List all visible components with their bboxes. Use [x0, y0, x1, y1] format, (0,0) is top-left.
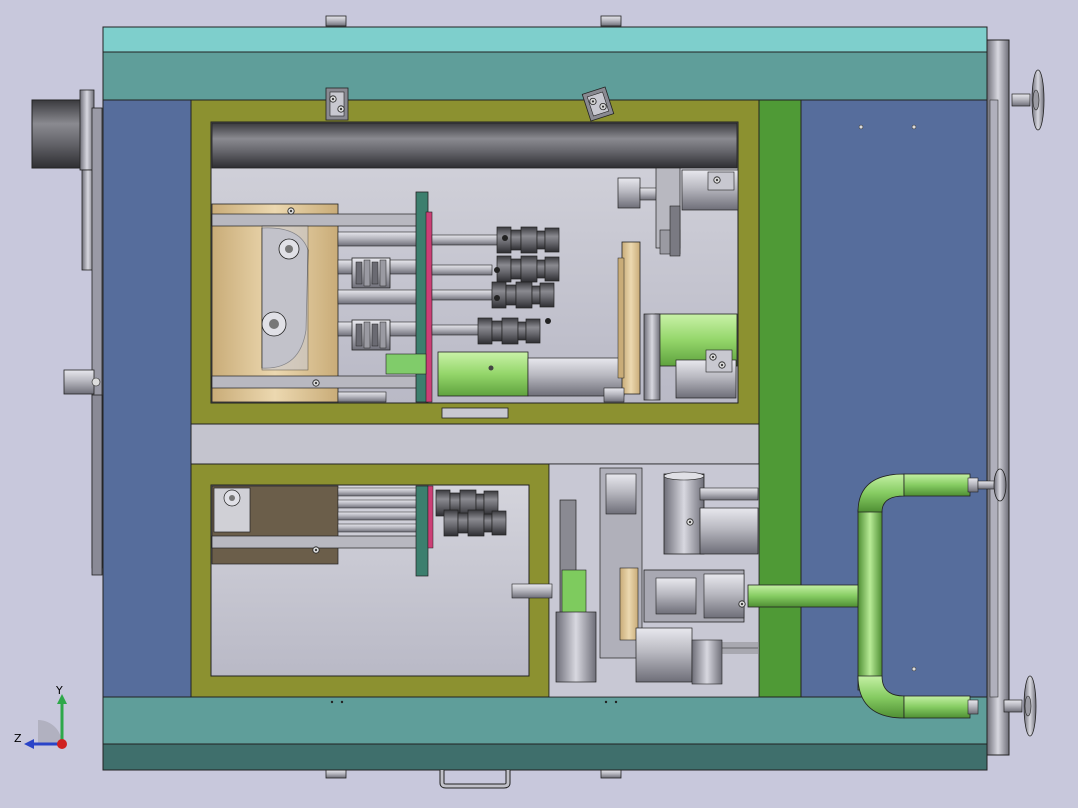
- upper-tan-wheel: [617, 241, 641, 395]
- upper-slot-handle: [441, 407, 509, 419]
- upper-bracket-left: [325, 87, 349, 121]
- triad-z-label: Z: [14, 732, 22, 745]
- triad-graphic: Y Z: [14, 684, 67, 749]
- triad-y-label: Y: [55, 686, 63, 697]
- right-side-panel: [800, 99, 988, 698]
- left-side-panel: [102, 99, 192, 698]
- center-divider-bar: [758, 99, 802, 698]
- lower-left-compartment: [190, 463, 550, 698]
- lower-right-mechanism: [511, 463, 760, 698]
- middle-cross-beam: [190, 423, 760, 465]
- cad-viewport[interactable]: Y Z: [0, 0, 1078, 808]
- cad-assembly-view: [0, 0, 1078, 808]
- orientation-triad[interactable]: Y Z: [14, 684, 84, 756]
- upper-compartment: [190, 86, 760, 425]
- right-end-plate: [986, 39, 1010, 756]
- upper-roller: [211, 122, 738, 169]
